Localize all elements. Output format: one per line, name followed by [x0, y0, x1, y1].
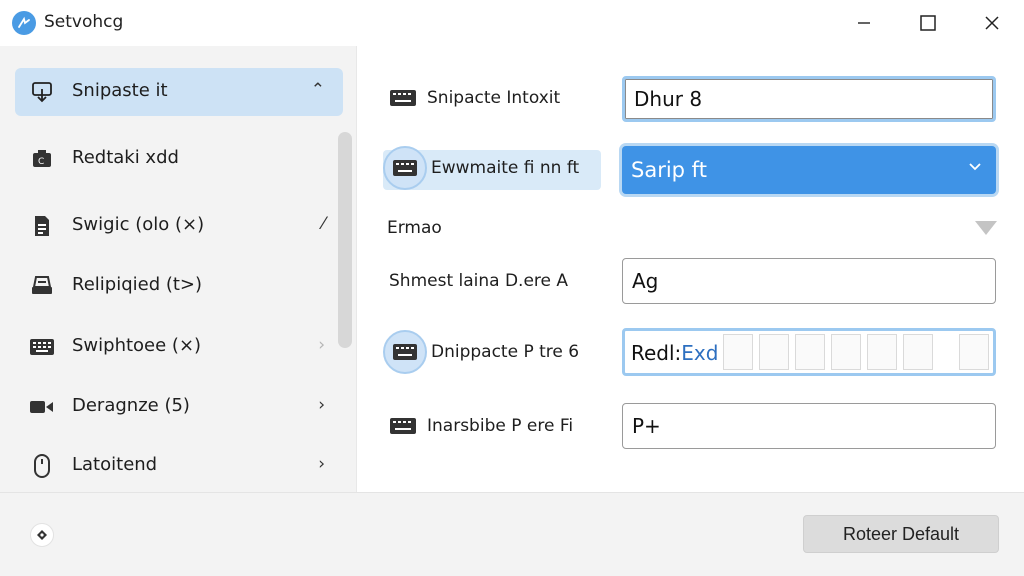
key-cell [723, 334, 753, 370]
sidebar-item-label: Redtaki xdd [72, 147, 179, 168]
shortcut-input-6[interactable]: P+ [622, 403, 996, 449]
keyboard-icon [383, 146, 427, 190]
row-label-text: Dnippacte P tre 6 [431, 342, 580, 362]
svg-text:C: C [38, 157, 44, 167]
camera-icon: C [29, 147, 55, 171]
sidebar-item-label: Swigic (olo (×) [72, 214, 205, 235]
shortcut-input-4[interactable]: Ag [622, 258, 996, 304]
sidebar-scrollbar[interactable] [338, 132, 352, 348]
edit-slash-icon: ⁄ [322, 214, 325, 234]
settings-diamond-icon[interactable] [30, 523, 54, 547]
shortcut-input-5[interactable]: Redl:Exd [622, 328, 996, 376]
option-select[interactable]: Sarip ft [622, 146, 996, 194]
keyboard-icon [390, 90, 416, 106]
maximize-icon [920, 15, 936, 31]
key-cell [831, 334, 861, 370]
keyboard-icon [29, 335, 55, 359]
row-label-1: Snipacte Intoxit [389, 88, 560, 108]
document-icon [29, 214, 55, 238]
dropdown-triangle-icon[interactable] [975, 221, 997, 235]
key-cell [903, 334, 933, 370]
printer-icon [29, 274, 55, 298]
row-label-4: Shmest laina D.ere A [389, 271, 569, 291]
shortcut-value: Redl:Exd [631, 341, 718, 365]
key-cell [867, 334, 897, 370]
value-highlight: Exd [681, 341, 719, 365]
sidebar-item-deragnze[interactable]: Deragnze (5) › [15, 383, 343, 431]
value-prefix: Redl: [631, 341, 682, 365]
chevron-right-icon: › [318, 335, 325, 355]
row-label-2: Ewwmaite fi nn ft [383, 146, 579, 190]
chevron-up-icon: ⌃ [310, 80, 325, 100]
row-label-text: Ewwmaite fi nn ft [431, 158, 580, 178]
sidebar-item-redtaki[interactable]: C Redtaki xdd [15, 135, 343, 183]
footer-bar: Roteer Default [0, 492, 1024, 576]
mouse-icon [29, 454, 55, 478]
app-logo-icon [12, 11, 36, 35]
sidebar-item-relipiqied[interactable]: Relipiqied (t>) [15, 262, 343, 310]
sidebar-item-snipaste[interactable]: Snipaste it ⌃ [15, 68, 343, 116]
shortcut-input-1[interactable]: Dhur 8 [622, 76, 996, 122]
key-cell [759, 334, 789, 370]
sidebar-item-label: Swiphtoee (×) [72, 335, 202, 356]
chevron-right-icon: › [318, 454, 325, 474]
maximize-button[interactable] [896, 0, 960, 46]
key-cell [795, 334, 825, 370]
settings-panel: Snipacte Intoxit Dhur 8 Ewwmaite fi nn f… [356, 46, 1024, 492]
sidebar-item-label: Snipaste it [72, 80, 168, 101]
sidebar-item-swiphtoee[interactable]: Swiphtoee (×) › [15, 323, 343, 371]
sidebar-item-label: Deragnze (5) [72, 395, 190, 416]
sidebar-item-latoitend[interactable]: Latoitend › [15, 442, 343, 490]
keyboard-icon [383, 330, 427, 374]
key-cell [959, 334, 989, 370]
row-label-text: Snipacte Intoxit [427, 88, 561, 108]
keyboard-icon [390, 418, 416, 434]
minimize-icon [858, 22, 870, 24]
window-title: Setvohcg [44, 12, 124, 32]
sidebar-item-label: Relipiqied (t>) [72, 274, 203, 295]
chevron-down-icon [968, 159, 982, 179]
row-label-5: Dnippacte P tre 6 [383, 330, 579, 374]
select-value: Sarip ft [631, 158, 707, 182]
row-label-text: Inarsbibe P ere Fi [427, 416, 574, 436]
close-button[interactable] [960, 0, 1024, 46]
row-label-6: Inarsbibe P ere Fi [389, 416, 573, 436]
minimize-button[interactable] [832, 0, 896, 46]
sidebar: Snipaste it ⌃ C Redtaki xdd Swigic (olo … [0, 46, 356, 492]
monitor-download-icon [29, 80, 55, 104]
sidebar-item-swigic[interactable]: Swigic (olo (×) ⁄ [15, 202, 343, 250]
title-bar: Setvohcg [0, 0, 1024, 46]
chevron-right-icon: › [318, 395, 325, 415]
close-icon [985, 16, 999, 30]
settings-window: Setvohcg Snipaste it ⌃ C Redtaki xdd Swi… [0, 0, 1024, 576]
row-label-3: Ermao [387, 218, 442, 238]
restore-default-button[interactable]: Roteer Default [803, 515, 999, 553]
video-icon [29, 395, 55, 419]
sidebar-item-label: Latoitend [72, 454, 158, 475]
